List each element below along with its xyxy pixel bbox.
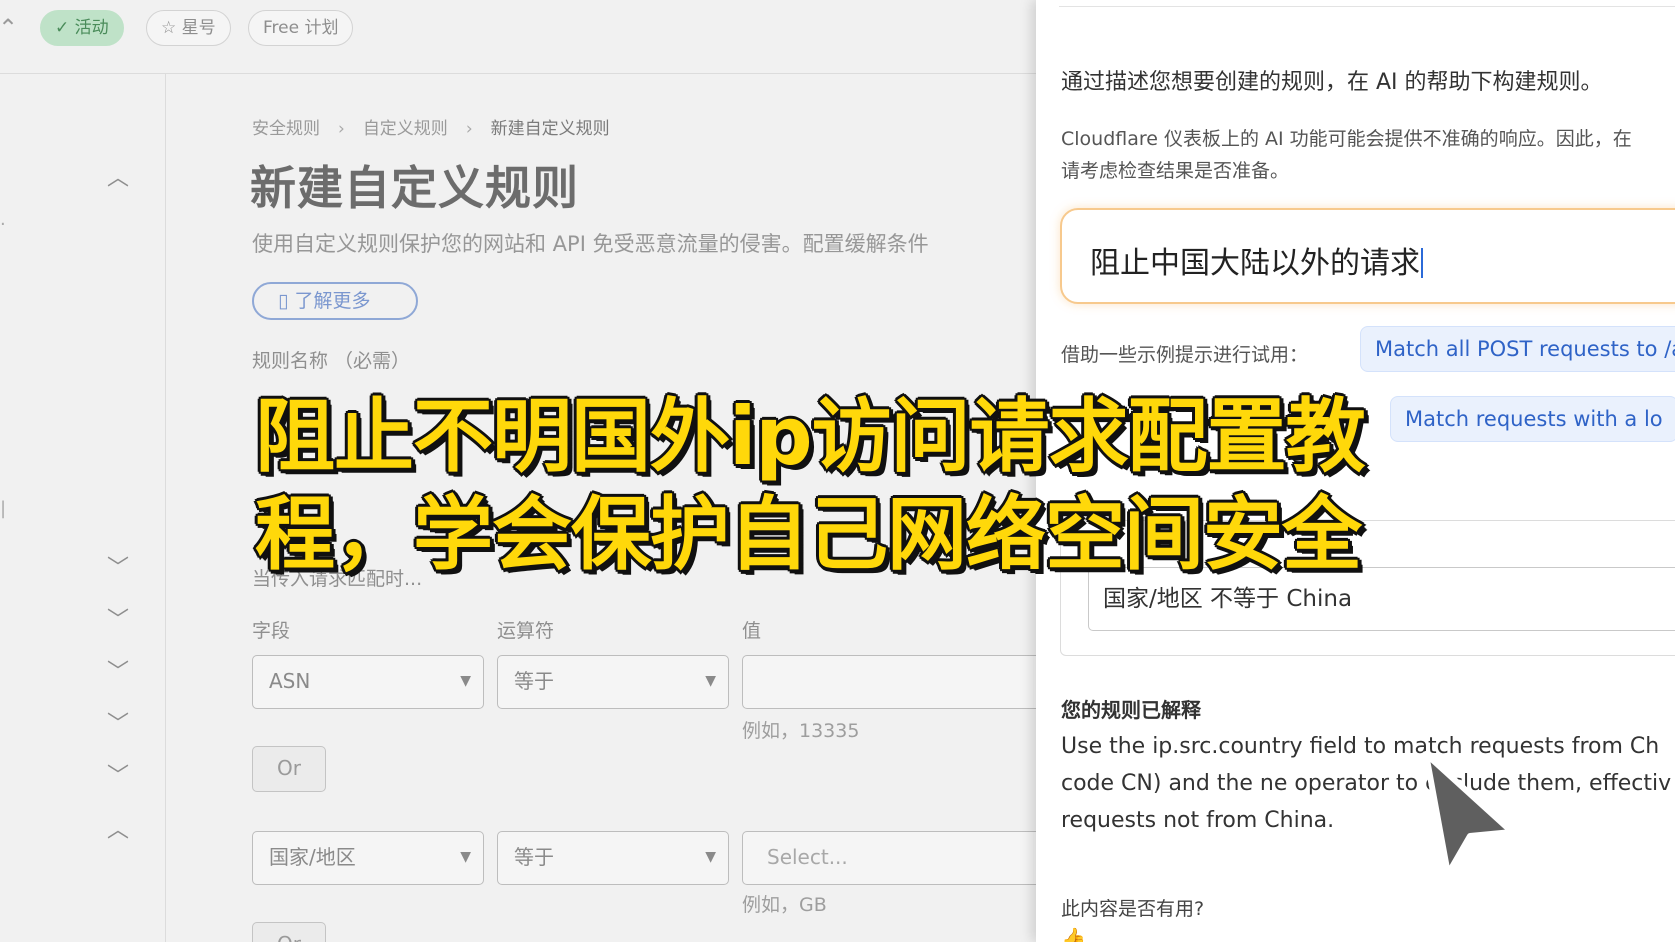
field-select-value: 国家/地区 [269, 845, 356, 869]
example-prompt-chip-1[interactable]: Match all POST requests to /a [1360, 326, 1675, 372]
field-column-header: 字段 [252, 620, 291, 642]
value-select-2[interactable]: Select... [742, 831, 1040, 885]
field-select-2[interactable]: 国家/地区 ▼ [252, 831, 484, 885]
rule-explained-title: 您的规则已解释 [1061, 698, 1201, 722]
explanation-line-2: code CN) and the ne operator to exclude … [1061, 771, 1672, 796]
star-icon: ☆ [161, 18, 177, 38]
explanation-line-3: requests not from China. [1061, 808, 1335, 833]
check-icon: ✓ [55, 18, 70, 38]
value-select-placeholder: Select... [767, 845, 848, 869]
chevron-updown-icon[interactable]: ⌃ [0, 14, 18, 42]
ai-disclaimer-line-1: Cloudflare 仪表板上的 AI 功能可能会提供不准确的响应。因此，在 [1061, 128, 1632, 150]
breadcrumb-current: 新建自定义规则 [490, 119, 610, 139]
chevron-down-icon[interactable]: ﹀ [104, 550, 132, 582]
chevron-right-icon: › [338, 119, 345, 139]
panel-divider [1059, 6, 1675, 7]
or-button-2[interactable]: Or [252, 922, 326, 942]
field-select-value: ASN [269, 669, 311, 693]
ai-intro-text: 通过描述您想要创建的规则，在 AI 的帮助下构建规则。 [1061, 70, 1603, 95]
breadcrumb-custom-rules[interactable]: 自定义规则 [363, 119, 448, 139]
operator-select-value: 等于 [514, 669, 554, 693]
caret-down-icon: ▼ [705, 849, 716, 865]
chevron-down-icon[interactable]: ﹀ [104, 758, 132, 790]
chevron-right-icon: › [465, 119, 473, 139]
helpful-question: 此内容是否有用? [1061, 898, 1205, 920]
caret-down-icon: ▼ [460, 673, 471, 689]
explanation-line-1: Use the ip.src.country field to match re… [1061, 734, 1660, 759]
star-pill[interactable]: ☆ 星号 [146, 10, 231, 46]
top-bar: ⌃ ✓ 活动 ☆ 星号 Free 计划 [0, 0, 1040, 74]
ai-disclaimer-line-2: 请考虑检查结果是否准备。 [1061, 160, 1290, 182]
learn-more-label: 了解更多 [294, 290, 371, 312]
page-description: 使用自定义规则保护您的网站和 API 免受恶意流量的侵害。配置缓解条件 [252, 232, 929, 256]
operator-column-header: 运算符 [497, 620, 555, 642]
left-sidebar: ︿ · | ﹀ ﹀ ﹀ ﹀ ﹀ ︿ [0, 74, 166, 942]
value-hint-1: 例如，13335 [742, 720, 860, 742]
status-pill-active[interactable]: ✓ 活动 [40, 10, 124, 46]
rail-marker-icon: | [0, 498, 7, 519]
operator-select-value: 等于 [514, 845, 554, 869]
mouse-pointer-icon [1423, 751, 1515, 877]
chevron-down-icon[interactable]: ﹀ [104, 602, 132, 634]
caret-down-icon: ▼ [460, 849, 471, 865]
book-icon: ▯ [278, 290, 289, 312]
pill-label: 星号 [181, 18, 216, 38]
field-select-1[interactable]: ASN ▼ [252, 655, 484, 709]
value-column-header: 值 [742, 620, 762, 642]
pill-label: Free 计划 [263, 18, 339, 38]
chevron-down-icon[interactable]: ﹀ [104, 706, 132, 738]
operator-select-2[interactable]: 等于 ▼ [497, 831, 729, 885]
caret-down-icon: ▼ [705, 673, 716, 689]
breadcrumb: 安全规则 › 自定义规则 › 新建自定义规则 [252, 114, 610, 139]
example-prompt-chip-2[interactable]: Match requests with a lo [1390, 396, 1675, 442]
chevron-up-icon[interactable]: ︿ [104, 812, 132, 844]
ai-prompt-value: 阻止中国大陆以外的请求 [1090, 246, 1420, 281]
learn-more-button[interactable]: ▯ 了解更多 [252, 282, 418, 320]
chevron-up-icon[interactable]: ︿ [104, 160, 132, 192]
value-input-1[interactable] [742, 655, 1040, 709]
page-title: 新建自定义规则 [250, 161, 579, 215]
text-caret [1421, 248, 1423, 278]
pill-label: 活动 [74, 18, 109, 38]
value-hint-2: 例如，GB [742, 894, 827, 916]
rule-name-label: 规则名称 （必需） [252, 350, 411, 372]
plan-pill[interactable]: Free 计划 [248, 10, 354, 46]
chevron-down-icon[interactable]: ﹀ [104, 654, 132, 686]
thumbs-up-icon[interactable]: 👍 [1061, 926, 1086, 942]
or-button[interactable]: Or [252, 746, 326, 792]
breadcrumb-security-rules[interactable]: 安全规则 [252, 119, 320, 139]
overlay-headline-line-2: 程，学会保护自己网络空间安全 [255, 488, 1362, 581]
operator-select-1[interactable]: 等于 ▼ [497, 655, 729, 709]
ai-prompt-input[interactable]: 阻止中国大陆以外的请求 [1060, 208, 1675, 304]
rail-marker-icon: · [0, 214, 6, 235]
examples-label: 借助一些示例提示进行试用： [1061, 344, 1309, 366]
